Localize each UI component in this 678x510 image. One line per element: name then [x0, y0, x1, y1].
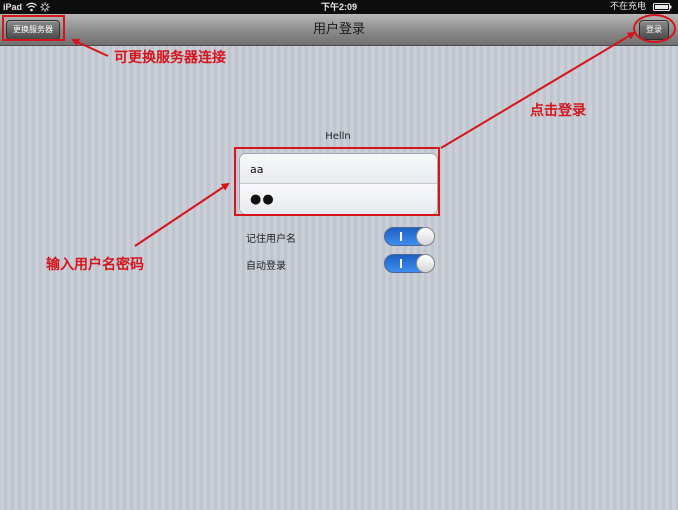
- annotation-circle-login: [633, 14, 676, 43]
- arrow-to-login: [440, 31, 636, 149]
- status-charging-text: 不在充电: [609, 2, 646, 12]
- arrow-to-credentials: [134, 182, 230, 247]
- annotation-credentials-text: 输入用户名密码: [46, 257, 144, 273]
- navigation-bar: 更换服务器 用户登录 登录: [0, 14, 678, 46]
- form-header: Helln: [325, 131, 351, 142]
- remember-username-label: 记住用户名: [246, 234, 296, 245]
- annotation-box-change-server: [2, 15, 65, 41]
- switch-knob[interactable]: [416, 254, 435, 273]
- remember-username-switch[interactable]: [384, 227, 435, 246]
- annotation-login-text: 点击登录: [530, 103, 586, 119]
- switch-knob[interactable]: [416, 227, 435, 246]
- status-time: 下午2:09: [320, 2, 357, 12]
- switch-on-indicator-icon: [400, 259, 402, 268]
- ipad-screen: iPad 下午2:09 不在充电 更换服务器 用户登录 登录 Helln aa …: [0, 0, 678, 510]
- switch-on-indicator-icon: [400, 232, 402, 241]
- annotation-box-credentials: [234, 147, 440, 216]
- battery-icon: [653, 3, 672, 11]
- auto-login-switch[interactable]: [384, 254, 435, 273]
- annotation-change-server-text: 可更换服务器连接: [114, 50, 226, 66]
- auto-login-label: 自动登录: [246, 261, 286, 272]
- status-bar: iPad 下午2:09 不在充电: [0, 0, 678, 14]
- annotation-arrows: [71, 31, 636, 247]
- page-title: 用户登录: [312, 22, 365, 37]
